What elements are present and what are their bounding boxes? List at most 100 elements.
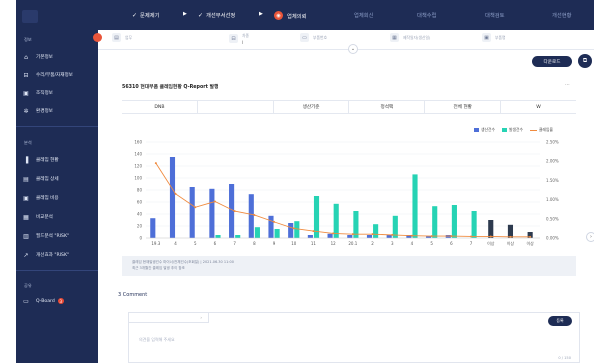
step-dept[interactable]: ✓ 개선부서선정: [198, 11, 236, 20]
notification-badge: 3: [57, 298, 64, 304]
chart-note: 클레임 현재발생건수 마이너/전체건수(조회일) | 2021.06.30 11…: [122, 256, 576, 276]
sidebar-item-label: 비교분석: [36, 215, 53, 220]
sidebar-item-label: 필드분석 "RISK": [36, 234, 70, 239]
bar-production: [307, 235, 313, 238]
collapse-toggle[interactable]: ⌄: [348, 44, 358, 54]
y2-tick-label: 1.00%: [546, 197, 559, 202]
step-label: 업체회신: [354, 13, 374, 19]
legend-item: 생산건수: [474, 127, 495, 133]
point-claim-rate: [430, 235, 433, 238]
y2-tick-label: 0.50%: [546, 216, 559, 221]
y-tick-label: 80: [137, 188, 143, 193]
list-icon: ▤: [23, 175, 29, 183]
y2-tick-label: 1.50%: [546, 178, 559, 183]
tab-overall[interactable]: 전체 현황: [425, 101, 502, 113]
scroll-handle[interactable]: ›: [586, 232, 594, 242]
step-label: 업체의뢰: [287, 13, 307, 20]
sidebar-item-claim-detail[interactable]: ▤ 클레임 상세: [22, 173, 96, 185]
step-label: 대책검토: [485, 13, 505, 19]
sidebar-item-org[interactable]: ▣ 조직정보: [22, 87, 96, 99]
sidebar-item-claim-cost[interactable]: ▣ 클레임 비용: [22, 192, 96, 204]
bar-occurrence: [373, 224, 379, 238]
step-label: 개선현황: [552, 13, 572, 19]
chevron-right-icon: ›: [590, 234, 592, 240]
bar-production: [366, 235, 373, 238]
x-tick-label: 9: [273, 241, 276, 246]
bar-extra: [488, 220, 494, 238]
sidebar-section-info: 정보: [24, 37, 32, 42]
char-counter: 0 / 150: [558, 356, 571, 360]
tab-blank[interactable]: [198, 101, 274, 113]
step-label: 개선부서선정: [206, 13, 236, 19]
calendar-icon: ▦: [390, 33, 399, 42]
logo: [22, 10, 38, 23]
copy-button[interactable]: ⧉: [578, 54, 592, 68]
filter-part-name[interactable]: ▣ 부품명: [482, 33, 505, 42]
filter-part-no[interactable]: ▭ 부품번호: [300, 33, 327, 42]
sidebar-item-qboard[interactable]: ▭ Q-Board 3: [22, 295, 96, 307]
filter-model[interactable]: ⊟ 차종 |: [229, 33, 249, 44]
filter-label: 업무: [125, 34, 132, 40]
trend-icon: ↗: [23, 251, 29, 259]
point-claim-rate: [509, 235, 512, 238]
y2-tick-label: 2.50%: [546, 140, 559, 145]
home-icon: ⌂: [24, 53, 28, 61]
point-claim-rate: [194, 206, 197, 209]
tab-dnb[interactable]: DNB: [122, 101, 198, 113]
check-icon: ✓: [132, 11, 138, 19]
download-button[interactable]: 다운로드: [532, 56, 572, 67]
point-claim-rate: [233, 210, 236, 213]
sidebar-item-compare[interactable]: ▦ 비교분석: [22, 211, 96, 223]
step-review[interactable]: 대책검토: [485, 11, 505, 19]
bar-occurrence: [471, 211, 477, 238]
current-step-icon: ◉: [274, 11, 283, 20]
sidebar-item-improve[interactable]: ↗ 개선효과 "RISK": [22, 249, 96, 261]
point-claim-rate: [273, 220, 276, 223]
filter-date[interactable]: ▦ 제작일자(생산일): [390, 33, 430, 42]
sidebar-item-label: 클레임 현황: [36, 158, 59, 163]
compare-icon: ▦: [23, 213, 29, 221]
bar-production: [268, 215, 274, 238]
sidebar-item-env[interactable]: ✲ 환경정보: [22, 105, 96, 117]
bar-production: [327, 233, 333, 238]
point-claim-rate: [253, 213, 256, 216]
bar-occurrence: [254, 227, 260, 238]
note-line: 최근 3개월간 클레임 발생 추이 참조: [132, 266, 185, 270]
legend-label: 발생건수: [508, 127, 523, 132]
comment-count: 3 Comment: [118, 292, 148, 298]
sidebar-item-label: 클레임 상세: [36, 177, 59, 182]
step-plan[interactable]: 대책수립: [417, 11, 437, 19]
bar-occurrence: [235, 235, 241, 238]
more-icon[interactable]: ⋯: [565, 82, 570, 88]
bar-occurrence: [451, 205, 457, 238]
submit-comment-button[interactable]: 등록: [548, 316, 572, 326]
sidebar-item-basic[interactable]: ⌂ 기본정보: [22, 51, 96, 63]
step-reply[interactable]: 업체회신: [354, 11, 374, 19]
point-claim-rate: [529, 235, 532, 238]
step-status[interactable]: 개선현황: [552, 11, 572, 19]
step-issue[interactable]: ✓ 문제제기: [132, 11, 160, 20]
tab-pack[interactable]: 정석팩: [349, 101, 426, 113]
board-icon: ▭: [23, 297, 29, 305]
tab-w[interactable]: W: [501, 101, 576, 113]
x-tick-label: 12: [331, 241, 337, 246]
sidebar-item-claim-status[interactable]: ▐ 클레임 현황: [22, 154, 96, 166]
chevron-right-icon: ▶: [183, 11, 187, 17]
x-tick-label: 이상: [487, 240, 495, 246]
x-tick-label: 5: [194, 241, 197, 246]
x-tick-label: 7: [470, 241, 473, 246]
sidebar-section-analysis: 분석: [24, 140, 32, 145]
step-label: 대책수립: [417, 13, 437, 19]
step-request[interactable]: ◉ 업체의뢰: [274, 11, 307, 20]
comment-input[interactable]: › 의견을 입력해 주세요 0 / 150: [128, 312, 580, 363]
tab-production[interactable]: 생산기준: [274, 101, 350, 113]
x-tick-label: 6: [450, 241, 453, 246]
sidebar-section-share: 공유: [24, 283, 32, 288]
sidebar-item-field[interactable]: ▥ 필드분석 "RISK": [22, 230, 96, 242]
sidebar-item-repair[interactable]: ⊟ 수리/부품/자재정보: [22, 69, 96, 81]
y-tick-label: 60: [137, 200, 143, 205]
y2-tick-label: 0.00%: [546, 236, 559, 241]
filter-task[interactable]: ▤ 업무: [112, 33, 132, 42]
legend-label: 생산건수: [481, 127, 495, 132]
sidebar-divider: [16, 270, 98, 271]
